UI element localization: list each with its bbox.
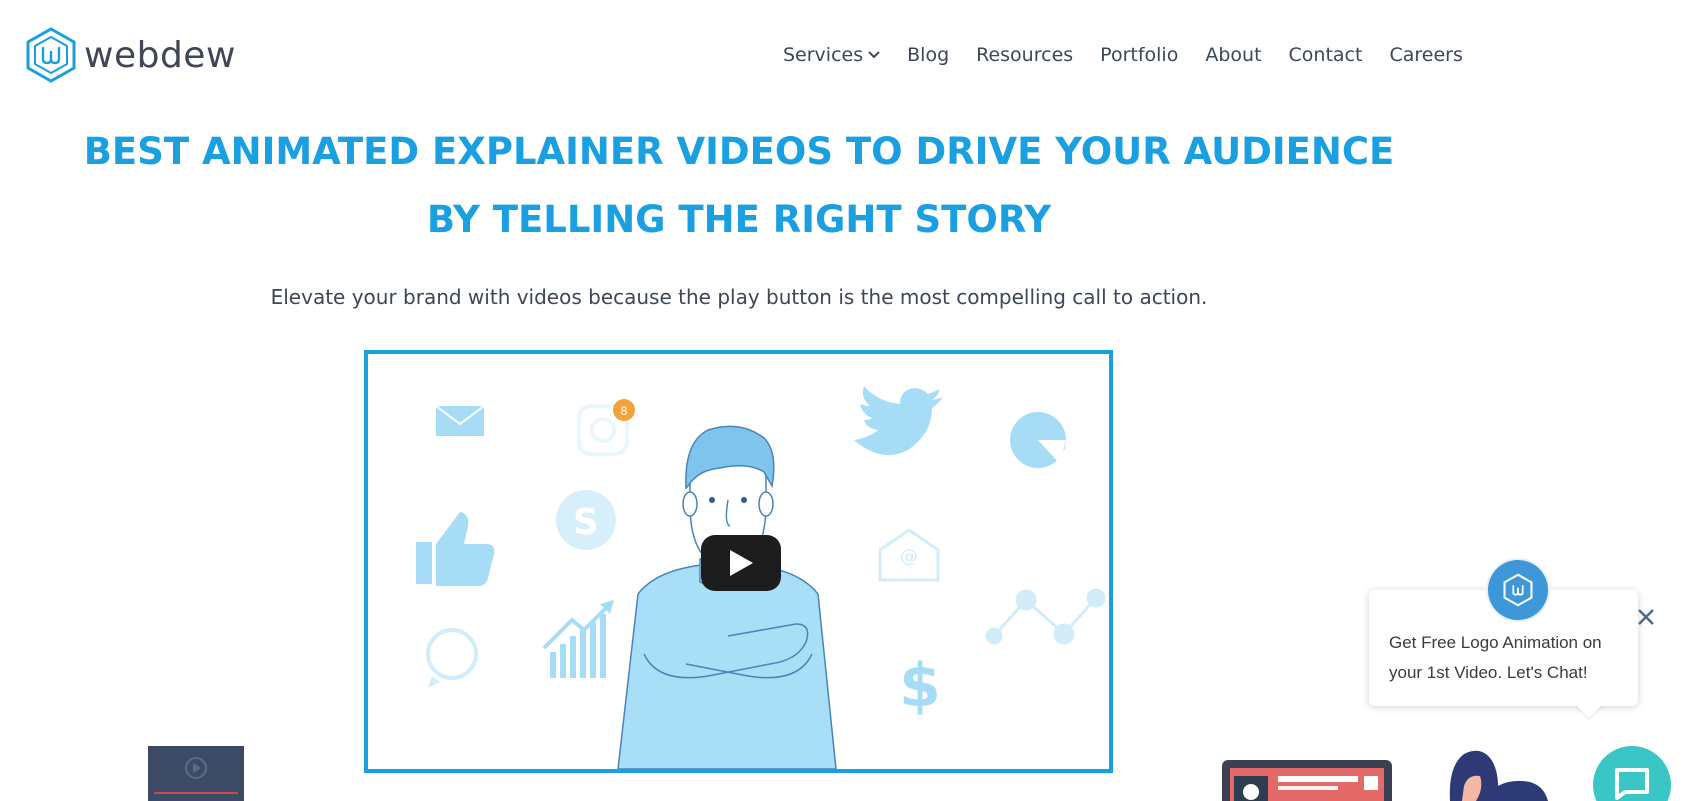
chevron-down-icon xyxy=(868,51,880,59)
chat-popup-tail xyxy=(1575,704,1603,718)
twitter-icon xyxy=(854,386,943,456)
chat-avatar xyxy=(1488,560,1548,620)
mail-icon xyxy=(435,405,485,436)
chat-close-button[interactable] xyxy=(1634,605,1658,629)
whatsapp-icon xyxy=(426,628,478,688)
bar-growth-icon xyxy=(542,600,614,678)
nav-contact[interactable]: Contact xyxy=(1289,44,1363,66)
svg-text:@: @ xyxy=(900,546,918,567)
play-circle-icon xyxy=(154,757,238,794)
pie-chart-icon xyxy=(1010,412,1066,468)
nav-about[interactable]: About xyxy=(1205,44,1261,66)
laptop-person-illustration xyxy=(1222,760,1392,801)
character-illustration xyxy=(617,425,837,769)
nav-careers[interactable]: Careers xyxy=(1389,44,1462,66)
line-graph-icon xyxy=(985,588,1106,645)
nav-resources[interactable]: Resources xyxy=(976,44,1073,66)
nav-careers-label: Careers xyxy=(1389,44,1463,66)
nav-services[interactable]: Services xyxy=(783,44,880,66)
instagram-icon: 8 xyxy=(577,399,635,456)
chat-launcher-button[interactable] xyxy=(1593,746,1671,801)
logo[interactable]: webdew xyxy=(24,26,236,84)
dollar-icon: $ xyxy=(899,651,941,721)
thumbs-up-icon xyxy=(416,512,495,586)
nav-blog-label: Blog xyxy=(907,44,950,66)
explainer-video[interactable]: 8 S @ $ xyxy=(364,350,1113,773)
notification-badge: 8 xyxy=(621,404,628,418)
video-thumbnail-preview[interactable] xyxy=(148,746,244,801)
logo-wordmark: webdew xyxy=(84,34,236,76)
hero-title: BEST ANIMATED EXPLAINER VIDEOS TO DRIVE … xyxy=(0,118,1478,254)
chat-message: Get Free Logo Animation on your 1st Vide… xyxy=(1389,633,1602,682)
nav-portfolio-label: Portfolio xyxy=(1100,44,1179,66)
play-icon xyxy=(730,550,753,576)
svg-text:S: S xyxy=(573,502,599,543)
email-open-icon: @ xyxy=(878,528,940,582)
webdew-hex-icon xyxy=(1503,573,1533,607)
nav-services-label: Services xyxy=(783,44,864,66)
hero-subtitle: Elevate your brand with videos because t… xyxy=(270,285,1208,309)
skype-icon: S xyxy=(556,490,616,550)
nav-about-label: About xyxy=(1205,44,1262,66)
nav-portfolio[interactable]: Portfolio xyxy=(1100,44,1178,66)
nav-resources-label: Resources xyxy=(976,44,1074,66)
person-illustration xyxy=(1449,750,1548,801)
main-nav: Services Blog Resources Portfolio About … xyxy=(783,44,1490,66)
hero-title-line1: BEST ANIMATED EXPLAINER VIDEOS TO DRIVE … xyxy=(83,130,1395,173)
webdew-hex-icon xyxy=(26,27,76,83)
nav-blog[interactable]: Blog xyxy=(907,44,949,66)
play-button[interactable] xyxy=(701,535,781,591)
nav-contact-label: Contact xyxy=(1288,44,1363,66)
hero-title-line2: BY TELLING THE RIGHT STORY xyxy=(426,198,1052,241)
close-icon xyxy=(1638,609,1654,625)
chat-bubble-icon xyxy=(1615,768,1649,800)
